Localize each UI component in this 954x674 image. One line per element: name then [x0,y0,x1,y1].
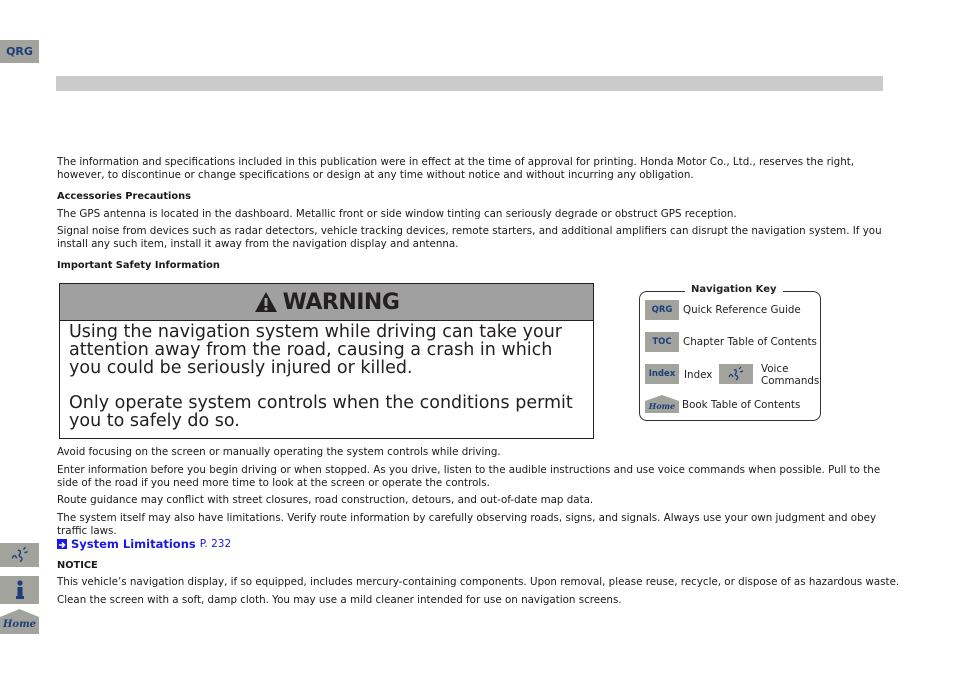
link-page: P. 232 [199,538,232,550]
voice-commands-icon [11,546,28,563]
qrg-tab-button[interactable]: QRG [0,40,39,63]
home-tab-button[interactable]: Home [0,609,39,634]
svg-text:Home: Home [2,619,36,630]
safety-heading: Important Safety Information [57,260,220,271]
warning-paragraph-1: Using the navigation system while drivin… [69,322,562,378]
svg-text:Home: Home [648,401,675,411]
intro-line-1: The information and specifications inclu… [57,156,855,168]
accessories-heading: Accessories Precautions [57,191,191,202]
notice-paragraph-2: Clean the screen with a soft, damp cloth… [57,594,622,606]
notice-heading: NOTICE [57,560,98,571]
voice-badge [719,364,753,384]
body-paragraph-1: Avoid focusing on the screen or manually… [57,446,501,458]
home-badge-icon: Home [645,395,679,413]
home-key-label: Book Table of Contents [682,399,801,411]
toc-key-label: Chapter Table of Contents [683,336,817,348]
index-key-label: Index [684,369,713,381]
navigation-key-title: Navigation Key [685,284,783,295]
system-limitations-link[interactable]: System Limitations P. 232 [57,537,231,551]
body-paragraph-2-line-2: side of the road if you need more time t… [57,477,490,489]
warning-triangle-icon [254,292,277,312]
warning-box: WARNING Using the navigation system whil… [59,283,594,439]
index-badge: Index [645,364,679,384]
qrg-badge: QRG [645,300,679,320]
body-paragraph-4-line-1: The system itself may also have limitati… [57,512,877,524]
link-text: System Limitations [71,537,196,551]
voice-commands-icon [728,366,744,381]
accessories-paragraph-2-line-1: Signal noise from devices such as radar … [57,225,882,237]
accessories-paragraph-1: The GPS antenna is located in the dashbo… [57,208,737,220]
accessories-paragraph-2-line-2: install any such item, install it away f… [57,238,459,250]
info-tab-button[interactable] [0,576,39,604]
warning-title: WARNING [282,289,400,315]
warning-header: WARNING [60,284,593,321]
cross-reference-arrow-icon [57,539,67,549]
qrg-key-label: Quick Reference Guide [683,304,801,316]
header-bar [56,76,883,91]
toc-badge: TOC [645,332,679,352]
qrg-tab-label: QRG [6,45,33,58]
info-icon [15,580,24,599]
body-paragraph-2-line-1: Enter information before you begin drivi… [57,464,881,476]
voice-key-label-1: Voice [761,363,789,375]
body-paragraph-3: Route guidance may conflict with street … [57,494,594,506]
navigation-key-box: Navigation Key QRG Quick Reference Guide… [639,284,821,421]
voice-commands-tab-button[interactable] [0,543,39,567]
intro-line-2: however, to discontinue or change specif… [57,169,694,181]
notice-paragraph-1: This vehicle’s navigation display, if so… [57,576,900,588]
warning-paragraph-2: Only operate system controls when the co… [69,393,573,431]
voice-key-label-2: Commands [761,375,820,387]
home-icon: Home [0,609,39,634]
